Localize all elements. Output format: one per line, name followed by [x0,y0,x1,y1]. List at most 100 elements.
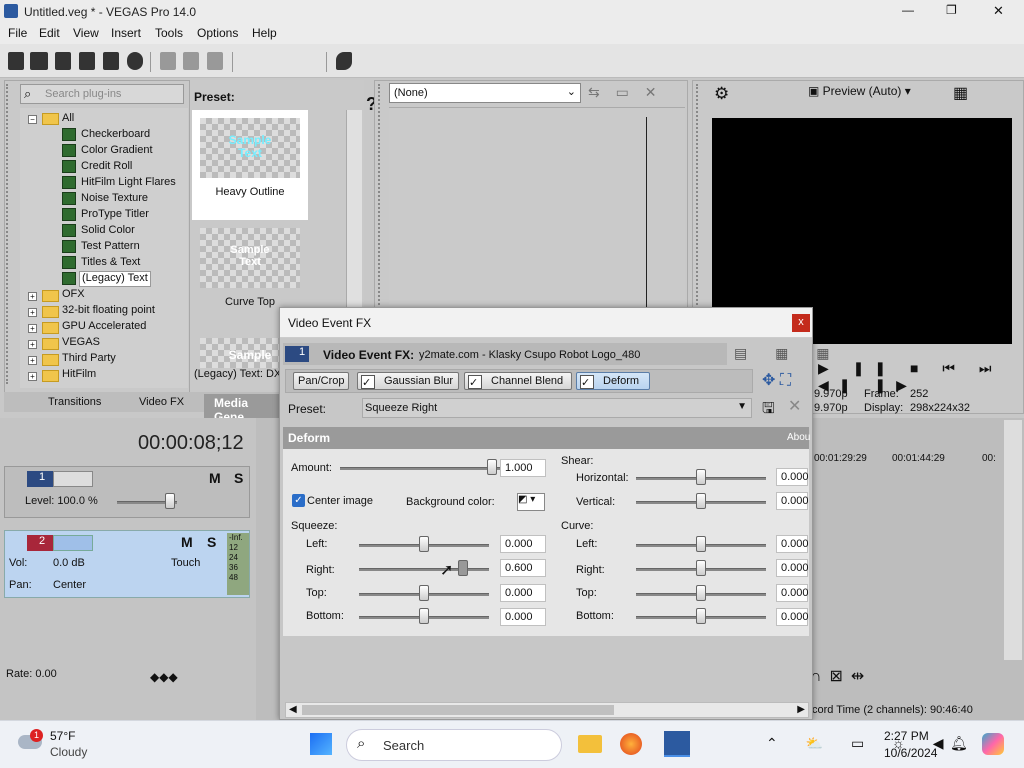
folder-32bit[interactable]: 32-bit floating point [62,304,155,320]
squeeze-top-thumb[interactable] [419,585,429,601]
curve-top-thumb[interactable] [696,585,706,601]
menu-help[interactable]: Help [252,26,277,40]
rate-slider-icon[interactable]: ◆◆◆ [150,670,178,684]
plugin-color-gradient[interactable]: Color Gradient [81,144,153,160]
timeline-scrollbar[interactable] [1004,420,1022,660]
maximize-button[interactable]: ❐ [946,3,957,17]
gear-icon[interactable]: ⚙ [714,84,729,104]
amount-slider-thumb[interactable] [487,459,497,475]
expand-icon[interactable]: + [28,324,37,333]
amount-value[interactable]: 1.000 [500,459,546,477]
tab-video-fx[interactable]: Video FX [139,396,184,408]
tab-transitions[interactable]: Transitions [48,396,101,408]
curve-top-value[interactable]: 0.000 [776,584,809,602]
folder-vegas[interactable]: VEGAS [62,336,100,352]
plugin-hitfilm-light-flares[interactable]: HitFilm Light Flares [81,176,176,192]
vegas-taskbar-icon[interactable] [664,731,690,757]
plugin-legacy-text[interactable]: (Legacy) Text [79,271,151,287]
solo-button-2[interactable]: S [207,534,216,550]
expand-icon[interactable]: + [28,372,37,381]
grid-icon[interactable]: ▦ [953,83,968,103]
shear-vertical-value[interactable]: 0.000 [776,492,809,510]
squeeze-left-thumb[interactable] [419,536,429,552]
plugin-titles-text[interactable]: Titles & Text [81,256,140,272]
new-icon[interactable] [8,52,24,70]
curve-left-value[interactable]: 0.000 [776,535,809,553]
preset-dropdown[interactable]: Squeeze Right ▼ [362,398,752,418]
squeeze-top-value[interactable]: 0.000 [500,584,546,602]
tree-root-all[interactable]: All [62,112,74,128]
folder-hitfilm[interactable]: HitFilm [62,368,96,384]
menu-file[interactable]: File [8,26,27,40]
touch-dropdown[interactable]: Touch [171,557,200,569]
weather-widget[interactable]: 1 57°F Cloudy [16,729,136,763]
center-image-checkbox[interactable]: ✓ [292,494,305,507]
plugin-solid-color[interactable]: Solid Color [81,224,135,240]
shear-horizontal-value[interactable]: 0.000 [776,468,809,486]
trim-icon[interactable] [336,52,352,70]
envelope-icon[interactable]: ⊠ [830,668,851,685]
mute-button-2[interactable]: M [181,534,193,550]
expand-icon[interactable]: + [28,340,37,349]
plugin-credit-roll[interactable]: Credit Roll [81,160,132,176]
save-preset-icon[interactable]: 🖫 [762,398,775,423]
expand-icon[interactable]: + [28,356,37,365]
properties-icon[interactable] [127,52,143,70]
squeeze-right-thumb[interactable] [458,560,468,576]
track-1-name[interactable] [53,471,93,487]
save-as-icon[interactable] [79,52,95,70]
squeeze-right-value[interactable]: 0.600 [500,559,546,577]
mute-button[interactable]: M [209,470,221,486]
plugin-protype-titler[interactable]: ProType Titler [81,208,149,224]
taskbar-search[interactable]: ⌕ Search [346,729,562,761]
curve-bottom-thumb[interactable] [696,608,706,624]
checkbox-icon[interactable]: ✓ [361,375,375,389]
copy-icon[interactable] [183,52,199,70]
curve-right-value[interactable]: 0.000 [776,559,809,577]
open-icon[interactable] [30,52,48,70]
curve-bottom-value[interactable]: 0.000 [776,608,809,626]
scroll-left-icon[interactable]: ◀ [289,704,297,715]
move-fx-icon[interactable]: ✥ ⛶ [762,370,791,390]
about-link[interactable]: Abou [787,432,810,443]
edit-tool-icon[interactable]: ⇹ [851,668,872,685]
curve-right-thumb[interactable] [696,560,706,576]
plugin-test-pattern[interactable]: Test Pattern [81,240,140,256]
view-mode-icons[interactable]: ▤ ▦ ▦ [734,345,841,362]
menu-tools[interactable]: Tools [155,26,183,40]
render-icon[interactable] [103,52,119,70]
checkbox-icon[interactable]: ✓ [468,375,482,389]
clock-date[interactable]: 10/6/2024 [884,746,937,760]
plugin-noise-texture[interactable]: Noise Texture [81,192,148,208]
close-button[interactable]: ✕ [993,3,1004,19]
dialog-close-button[interactable]: x [792,314,810,332]
menu-edit[interactable]: Edit [39,26,60,40]
color-picker-button[interactable]: ◩ ▾ [517,493,545,511]
fx-gaussian-blur[interactable]: ✓ Gaussian Blur [357,372,459,390]
checkbox-icon[interactable]: ✓ [580,375,594,389]
fx-deform[interactable]: ✓ Deform [576,372,650,390]
amount-slider-track[interactable] [340,467,500,470]
curve-left-thumb[interactable] [696,536,706,552]
paste-icon[interactable] [207,52,223,70]
folder-ofx[interactable]: OFX [62,288,85,304]
squeeze-left-value[interactable]: 0.000 [500,535,546,553]
fx-pan-crop[interactable]: Pan/Crop [293,372,350,390]
menu-options[interactable]: Options [197,26,238,40]
clock-time[interactable]: 2:27 PM [884,729,929,743]
menu-insert[interactable]: Insert [111,26,141,40]
cut-icon[interactable] [160,52,176,70]
delete-preset-icon[interactable]: ✕ [788,396,801,416]
firefox-icon[interactable] [620,733,642,755]
trimmer-tools-icon[interactable]: ⇆ ▭ ✕ ▭ [588,84,678,117]
trimmer-dropdown[interactable]: (None) ⌄ [389,83,581,103]
plugin-checkerboard[interactable]: Checkerboard [81,128,150,144]
save-icon[interactable] [55,52,71,70]
squeeze-bottom-value[interactable]: 0.000 [500,608,546,626]
shear-vertical-thumb[interactable] [696,493,706,509]
preview-mode-dropdown[interactable]: ▣ Preview (Auto) ▾ [808,84,911,98]
minimize-button[interactable]: — [902,3,914,17]
expand-icon[interactable]: + [28,292,37,301]
fx-channel-blend[interactable]: ✓ Channel Blend [464,372,572,390]
track-2-name[interactable] [53,535,93,551]
